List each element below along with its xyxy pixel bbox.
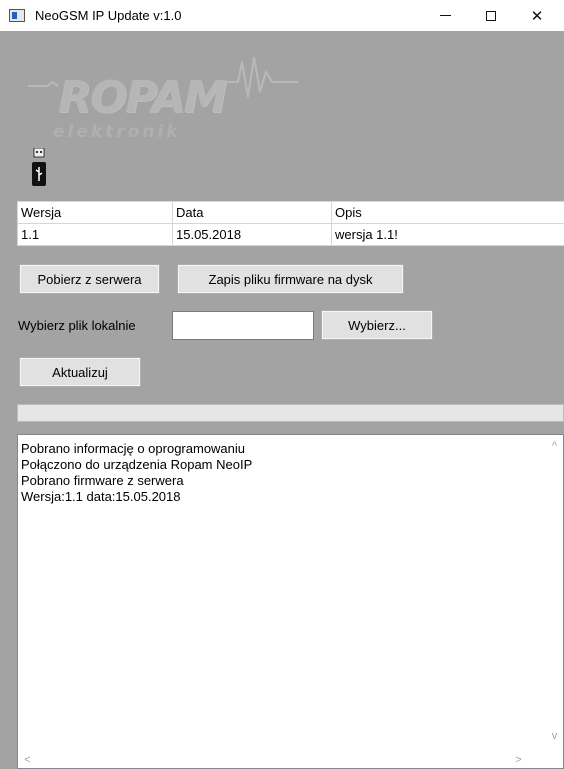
minimize-button[interactable] <box>422 0 468 31</box>
table-cell-description[interactable]: wersja 1.1! <box>331 223 564 246</box>
close-icon: ✕ <box>530 7 544 25</box>
log-content: Pobrano informację o oprogramowaniu Połą… <box>21 441 252 505</box>
vertical-scrollbar[interactable]: ^ v <box>546 435 563 751</box>
save-firmware-button[interactable]: Zapis pliku firmware na dysk <box>177 264 404 294</box>
scroll-right-icon[interactable]: > <box>510 751 527 768</box>
log-line: Wersja:1.1 data:15.05.2018 <box>21 489 181 504</box>
log-line: Pobrano informację o oprogramowaniu <box>21 441 246 456</box>
horizontal-scrollbar[interactable]: < > <box>18 751 546 768</box>
close-button[interactable]: ✕ <box>514 0 560 31</box>
title-bar[interactable]: NeoGSM IP Update v:1.0 ✕ <box>0 0 564 31</box>
usb-icon <box>32 148 46 186</box>
table-header-row: Wersja Data Opis <box>17 201 564 224</box>
company-logo: ROPAM elektronik <box>28 52 318 142</box>
local-file-label: Wybierz plik lokalnie <box>18 318 136 333</box>
table-cell-version[interactable]: 1.1 <box>17 223 173 246</box>
update-button[interactable]: Aktualizuj <box>19 357 141 387</box>
table-row[interactable]: 1.1 15.05.2018 wersja 1.1! <box>17 223 564 246</box>
log-line: Pobrano firmware z serwera <box>21 473 184 488</box>
choose-file-button[interactable]: Wybierz... <box>321 310 433 340</box>
log-line: Połączono do urządzenia Ropam NeoIP <box>21 457 253 472</box>
minimize-icon <box>439 15 451 16</box>
logo-text: ROPAM <box>58 72 227 123</box>
column-header[interactable]: Opis <box>331 201 564 224</box>
progress-bar <box>17 404 564 422</box>
scroll-down-icon[interactable]: v <box>546 727 563 744</box>
table-cell-date[interactable]: 15.05.2018 <box>172 223 332 246</box>
fetch-from-server-button[interactable]: Pobierz z serwera <box>19 264 160 294</box>
logo-subtext: elektronik <box>53 122 181 142</box>
maximize-icon <box>486 10 496 21</box>
log-textarea[interactable]: Pobrano informację o oprogramowaniu Połą… <box>17 434 564 769</box>
firmware-table[interactable]: Wersja Data Opis 1.1 15.05.2018 wersja 1… <box>17 201 564 246</box>
scroll-left-icon[interactable]: < <box>19 751 36 768</box>
app-window: NeoGSM IP Update v:1.0 ✕ ROPAM elektroni… <box>0 0 564 769</box>
local-file-input[interactable] <box>172 311 314 340</box>
scroll-up-icon[interactable]: ^ <box>546 437 563 454</box>
column-header[interactable]: Data <box>172 201 332 224</box>
app-icon[interactable] <box>9 9 25 22</box>
maximize-button[interactable] <box>468 0 514 31</box>
window-title: NeoGSM IP Update v:1.0 <box>35 8 182 23</box>
column-header[interactable]: Wersja <box>17 201 173 224</box>
